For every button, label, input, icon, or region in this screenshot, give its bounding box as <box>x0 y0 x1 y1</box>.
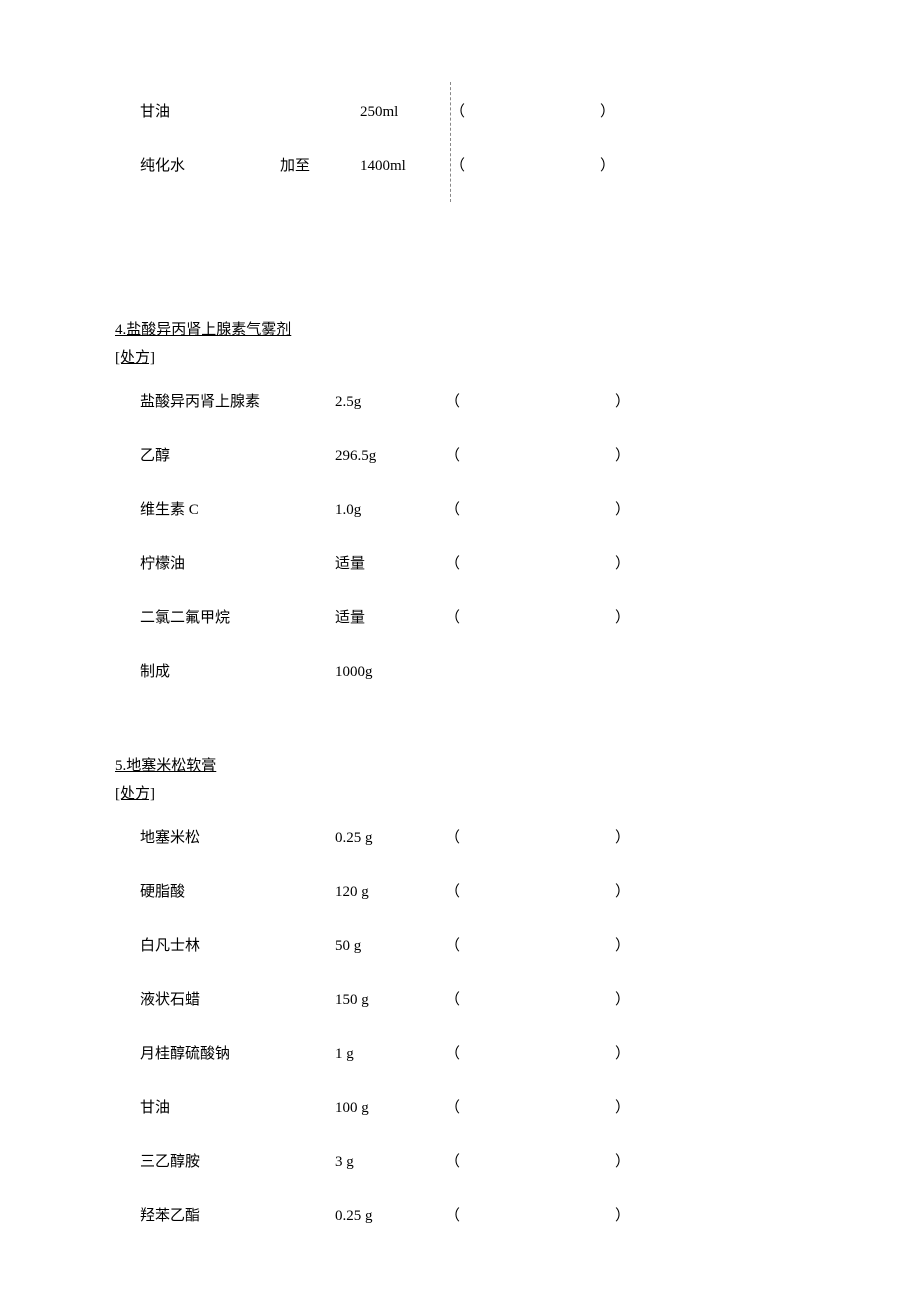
paren-open: （ <box>445 1204 475 1228</box>
paren-open: （ <box>445 988 475 1012</box>
ingredient-name: 乙醇 <box>140 444 335 468</box>
table-row: 盐酸异丙肾上腺素 2.5g （ ） <box>115 380 820 424</box>
ingredient-name: 甘油 <box>140 1096 335 1120</box>
table-row: 白凡士林 50 g （ ） <box>115 924 820 968</box>
ingredient-amount: 1.0g <box>335 498 445 522</box>
paren-close: ） <box>615 988 645 1012</box>
paren-open: （ <box>450 154 470 178</box>
table-row: 柠檬油 适量 （ ） <box>115 542 820 586</box>
paren-open: （ <box>450 100 470 124</box>
table-row: 纯化水 加至 1400ml （ ） <box>115 144 820 188</box>
table-row: 制成 1000g <box>115 650 820 694</box>
paren-close: ） <box>615 880 645 904</box>
ingredient-name: 甘油 <box>140 100 280 124</box>
ingredient-name: 硬脂酸 <box>140 880 335 904</box>
paren-close: ） <box>600 100 630 124</box>
section-title-4: 4.盐酸异丙肾上腺素气雾剂 <box>115 318 820 342</box>
paren-close: ） <box>615 934 645 958</box>
ingredient-amount: 0.25 g <box>335 826 445 850</box>
ingredient-name: 月桂醇硫酸钠 <box>140 1042 335 1066</box>
paren-open: （ <box>445 826 475 850</box>
ingredient-amount: 适量 <box>335 606 445 630</box>
paren-close: ） <box>615 390 645 414</box>
ingredient-amount: 1400ml <box>360 154 450 178</box>
ingredient-amount: 296.5g <box>335 444 445 468</box>
ingredient-amount: 50 g <box>335 934 445 958</box>
ingredient-name: 制成 <box>140 660 335 684</box>
table-row: 乙醇 296.5g （ ） <box>115 434 820 478</box>
paren-close: ） <box>615 444 645 468</box>
ingredient-amount: 3 g <box>335 1150 445 1174</box>
section-title-5: 5.地塞米松软膏 <box>115 754 820 778</box>
table-row: 甘油 100 g （ ） <box>115 1086 820 1130</box>
table-row: 三乙醇胺 3 g （ ） <box>115 1140 820 1184</box>
ingredient-name: 二氯二氟甲烷 <box>140 606 335 630</box>
paren-open: （ <box>445 552 475 576</box>
table-row: 液状石蜡 150 g （ ） <box>115 978 820 1022</box>
paren-open: （ <box>445 606 475 630</box>
section-5-rows: 地塞米松 0.25 g （ ） 硬脂酸 120 g （ ） 白凡士林 50 g … <box>115 816 820 1238</box>
paren-open: （ <box>445 880 475 904</box>
table-row: 甘油 250ml （ ） <box>115 90 820 134</box>
ingredient-amount: 120 g <box>335 880 445 904</box>
top-ingredients-block: 甘油 250ml （ ） 纯化水 加至 1400ml （ ） <box>115 90 820 188</box>
ingredient-name: 维生素 C <box>140 498 335 522</box>
table-row: 二氯二氟甲烷 适量 （ ） <box>115 596 820 640</box>
ingredient-amount: 0.25 g <box>335 1204 445 1228</box>
rx-label: [处方] <box>115 782 820 806</box>
paren-open: （ <box>445 1096 475 1120</box>
paren-open: （ <box>445 934 475 958</box>
ingredient-name: 纯化水 <box>140 154 280 178</box>
ingredient-amount: 1000g <box>335 660 445 684</box>
paren-close: ） <box>615 1042 645 1066</box>
table-row: 硬脂酸 120 g （ ） <box>115 870 820 914</box>
table-row: 月桂醇硫酸钠 1 g （ ） <box>115 1032 820 1076</box>
ingredient-name: 三乙醇胺 <box>140 1150 335 1174</box>
table-row: 维生素 C 1.0g （ ） <box>115 488 820 532</box>
paren-open: （ <box>445 390 475 414</box>
ingredient-name: 液状石蜡 <box>140 988 335 1012</box>
ingredient-name: 地塞米松 <box>140 826 335 850</box>
paren-open: （ <box>445 444 475 468</box>
paren-close: ） <box>615 826 645 850</box>
ingredient-amount: 250ml <box>360 100 450 124</box>
ingredient-amount: 1 g <box>335 1042 445 1066</box>
paren-open: （ <box>445 498 475 522</box>
section-4-rows: 盐酸异丙肾上腺素 2.5g （ ） 乙醇 296.5g （ ） 维生素 C 1.… <box>115 380 820 694</box>
ingredient-amount: 100 g <box>335 1096 445 1120</box>
ingredient-name: 柠檬油 <box>140 552 335 576</box>
paren-close: ） <box>615 1096 645 1120</box>
ingredient-amount: 150 g <box>335 988 445 1012</box>
paren-close: ） <box>615 552 645 576</box>
table-row: 羟苯乙酯 0.25 g （ ） <box>115 1194 820 1238</box>
table-row: 地塞米松 0.25 g （ ） <box>115 816 820 860</box>
ingredient-amount: 2.5g <box>335 390 445 414</box>
rx-label: [处方] <box>115 346 820 370</box>
paren-open: （ <box>445 1042 475 1066</box>
ingredient-amount: 适量 <box>335 552 445 576</box>
ingredient-name: 白凡士林 <box>140 934 335 958</box>
ingredient-name: 盐酸异丙肾上腺素 <box>140 390 335 414</box>
paren-open: （ <box>445 1150 475 1174</box>
paren-close: ） <box>615 606 645 630</box>
paren-close: ） <box>600 154 630 178</box>
paren-close: ） <box>615 498 645 522</box>
paren-close: ） <box>615 1204 645 1228</box>
ingredient-name: 羟苯乙酯 <box>140 1204 335 1228</box>
ingredient-mid: 加至 <box>280 154 360 178</box>
paren-close: ） <box>615 1150 645 1174</box>
vertical-dashed-divider <box>450 82 451 202</box>
